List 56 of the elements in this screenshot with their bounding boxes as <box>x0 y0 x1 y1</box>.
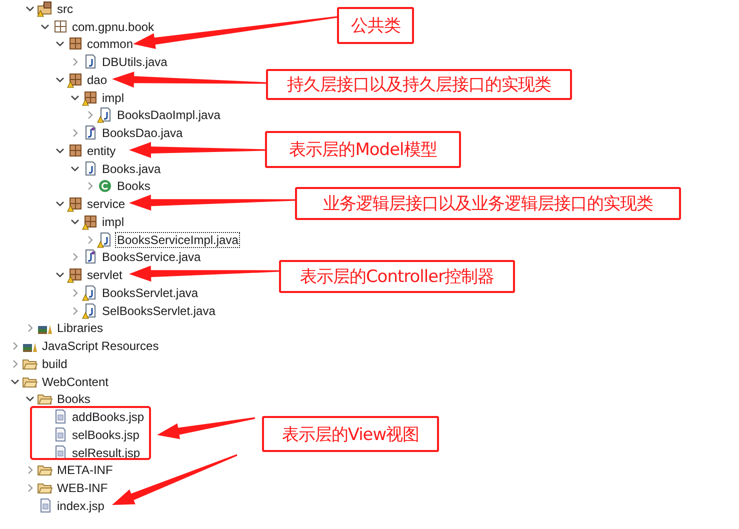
tree-item[interactable]: selResult.jsp <box>70 444 142 461</box>
tree-item[interactable]: addBooks.jsp <box>70 409 146 426</box>
expand-chevron-icon[interactable] <box>70 57 80 68</box>
tree-item[interactable]: Libraries <box>55 320 106 336</box>
expand-chevron-icon[interactable] <box>85 110 95 120</box>
expand-chevron-icon[interactable] <box>70 252 80 262</box>
callout-label: 表示层的View视图 <box>282 424 420 446</box>
tree-item[interactable]: BooksDao.java <box>100 125 185 142</box>
tree-item[interactable]: Books <box>115 178 152 194</box>
expand-chevron-icon[interactable] <box>70 128 80 138</box>
tree-item[interactable]: BooksServiceImpl.java <box>115 232 240 248</box>
tree-item[interactable]: BooksService.java <box>100 249 203 266</box>
tree-item[interactable]: BooksDaoImpl.java <box>115 107 222 124</box>
expand-chevron-icon[interactable] <box>70 288 80 298</box>
tree-item[interactable]: WEB-INF <box>55 480 110 496</box>
collapse-chevron-icon[interactable] <box>25 4 35 14</box>
expand-chevron-icon[interactable] <box>10 358 20 369</box>
expand-chevron-icon[interactable] <box>70 306 80 316</box>
expand-chevron-icon[interactable] <box>85 181 95 192</box>
tree-item[interactable]: impl <box>100 90 126 106</box>
tree-item[interactable]: dao <box>85 72 110 88</box>
tree-item[interactable]: DBUtils.java <box>100 54 170 70</box>
expand-chevron-icon[interactable] <box>85 234 95 245</box>
tree-item[interactable]: BooksServlet.java <box>100 284 200 301</box>
tree-item[interactable]: Books.java <box>100 160 163 177</box>
collapse-chevron-icon[interactable] <box>40 22 50 32</box>
tree-item[interactable]: service <box>85 196 128 212</box>
tree-item[interactable]: src <box>55 0 75 17</box>
collapse-chevron-icon[interactable] <box>55 146 65 156</box>
expand-chevron-icon[interactable] <box>25 465 35 476</box>
collapse-chevron-icon[interactable] <box>10 376 20 387</box>
expand-chevron-icon[interactable] <box>10 341 20 352</box>
tree-item[interactable]: entity <box>85 142 118 159</box>
collapse-chevron-icon[interactable] <box>70 164 80 174</box>
collapse-chevron-icon[interactable] <box>70 92 80 103</box>
collapse-chevron-icon[interactable] <box>55 74 65 85</box>
tree-item[interactable]: servlet <box>85 267 124 284</box>
callout-label: 持久层接口以及持久层接口的实现类 <box>287 74 551 96</box>
tree-item[interactable]: impl <box>100 214 126 230</box>
callout-label: 表示层的Controller控制器 <box>300 266 494 288</box>
tree-item[interactable]: build <box>40 356 70 372</box>
tree-item[interactable]: index.jsp <box>55 498 106 514</box>
tree-item[interactable]: com.gpnu.book <box>70 18 156 35</box>
collapse-chevron-icon[interactable] <box>70 216 80 227</box>
callout-label: 表示层的Model模型 <box>289 139 437 161</box>
tree-item[interactable]: WebContent <box>40 374 110 390</box>
expand-chevron-icon[interactable] <box>25 323 35 334</box>
tree-item[interactable]: selBooks.jsp <box>70 426 142 443</box>
callout-label: 业务逻辑层接口以及业务逻辑层接口的实现类 <box>323 193 653 215</box>
tree-item[interactable]: META-INF <box>55 462 115 478</box>
tree-item[interactable]: JavaScript Resources <box>40 338 161 354</box>
tree-item[interactable]: common <box>85 36 136 52</box>
tree-item[interactable]: SelBooksServlet.java <box>100 302 218 319</box>
callout-label: 公共类 <box>350 15 400 37</box>
expand-chevron-icon[interactable] <box>25 483 35 494</box>
tree-item[interactable]: Books <box>55 391 92 408</box>
